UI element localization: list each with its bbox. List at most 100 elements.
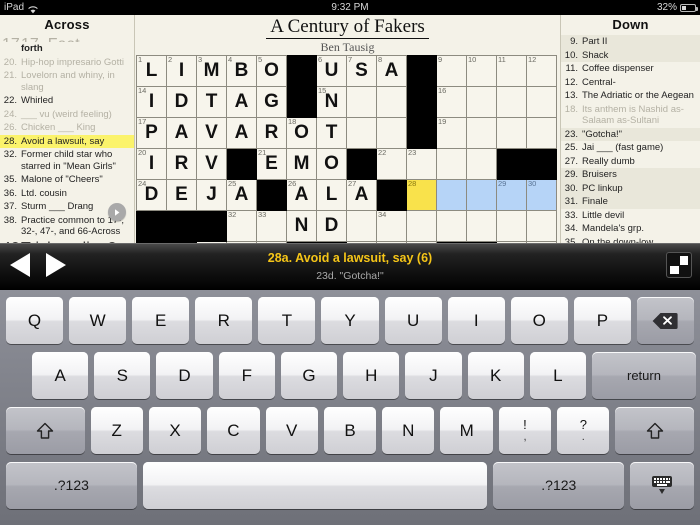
key-z[interactable]: Z: [90, 407, 143, 454]
grid-cell[interactable]: L: [316, 179, 347, 211]
across-continuation-line[interactable]: forth: [0, 42, 134, 56]
across-clue-item[interactable]: 36. Ltd. cousin: [0, 187, 134, 201]
grid-cell[interactable]: [496, 210, 527, 242]
down-clue-item[interactable]: 25. Jai ___ (fast game): [561, 141, 700, 155]
key-v[interactable]: V: [265, 407, 318, 454]
return-key[interactable]: return: [591, 352, 696, 399]
grid-cell[interactable]: 27 A: [346, 179, 377, 211]
down-clue-item[interactable]: 31. Finale: [561, 195, 700, 209]
crossword-grid-wrapper[interactable]: 1 L 2 I 3 M 4 B 5 O 6 U 7 S 8 A 9 10 11 12 14 I D T A G 15 N 16 17 P A V…: [136, 55, 557, 243]
key-p[interactable]: P: [573, 297, 631, 344]
grid-cell[interactable]: 1L: [136, 55, 167, 87]
key-a[interactable]: A: [32, 352, 89, 399]
across-clue-item[interactable]: 28. Avoid a lawsuit, say: [0, 134, 134, 148]
down-clue-item[interactable]: 12. Central-: [561, 76, 700, 90]
across-clue-item[interactable]: 35. Malone of "Cheers": [0, 173, 134, 187]
grid-cell[interactable]: J: [196, 179, 227, 211]
grid-cell[interactable]: [406, 210, 437, 242]
crossing-clue-text[interactable]: 23d. "Gotcha!": [0, 265, 700, 282]
key-n[interactable]: N: [382, 407, 435, 454]
down-clue-item[interactable]: 27. Really dumb: [561, 155, 700, 169]
grid-cell[interactable]: [526, 117, 557, 149]
grid-cell[interactable]: [376, 117, 407, 149]
key-t[interactable]: T: [258, 297, 316, 344]
backspace-icon[interactable]: [636, 297, 695, 344]
grid-cell[interactable]: D: [316, 210, 347, 242]
grid-cell[interactable]: 12: [526, 55, 557, 87]
grid-cell[interactable]: 21 E: [256, 148, 287, 180]
grid-cell[interactable]: 5O: [256, 55, 287, 87]
key-o[interactable]: O: [510, 297, 568, 344]
grid-cell[interactable]: 3M: [196, 55, 227, 87]
grid-cell[interactable]: 24 D: [136, 179, 167, 211]
key-f[interactable]: F: [218, 352, 275, 399]
key-u[interactable]: U: [384, 297, 442, 344]
down-clue-item[interactable]: 11. Coffee dispenser: [561, 62, 700, 76]
key-r[interactable]: R: [195, 297, 253, 344]
punctuation-key-question-period[interactable]: ?.: [557, 407, 610, 454]
grid-cell-highlighted[interactable]: [466, 179, 497, 211]
down-clue-column[interactable]: Down 9. Part II 10. Shack 11. Coffee dispense…: [560, 15, 700, 243]
across-clue-item[interactable]: 24. ___ vu (weird feeling): [0, 108, 134, 122]
key-g[interactable]: G: [280, 352, 338, 399]
grid-cell[interactable]: 20 I: [136, 148, 167, 180]
key-e[interactable]: E: [132, 297, 190, 344]
grid-cell-cursor[interactable]: 28: [406, 179, 437, 211]
punctuation-key-exclaim-comma[interactable]: !,: [498, 407, 552, 454]
grid-cell[interactable]: [496, 86, 527, 118]
grid-cell[interactable]: 16: [436, 86, 467, 118]
grid-cell[interactable]: [346, 117, 377, 149]
arrow-right-icon[interactable]: [108, 203, 126, 221]
grid-cell[interactable]: O: [316, 148, 347, 180]
grid-cell[interactable]: M: [286, 148, 317, 180]
current-clue-text[interactable]: 28a. Avoid a lawsuit, say (6): [0, 244, 700, 265]
key-h[interactable]: H: [343, 352, 400, 399]
grid-cell[interactable]: V: [196, 117, 227, 149]
key-x[interactable]: X: [148, 407, 202, 454]
grid-cell[interactable]: A: [166, 117, 197, 149]
down-clue-item[interactable]: 23. "Gotcha!": [561, 127, 700, 141]
grid-cell[interactable]: 15 N: [316, 86, 347, 118]
space-key[interactable]: [142, 461, 488, 509]
grid-cell[interactable]: 19: [436, 117, 467, 149]
key-k[interactable]: K: [467, 352, 524, 399]
numeric-key-right[interactable]: .?123: [493, 461, 625, 509]
key-w[interactable]: W: [69, 297, 127, 344]
down-clue-item[interactable]: 18. Its anthem is Nashid as-Salaam as-Sul…: [561, 103, 700, 128]
grid-cell[interactable]: 8A: [376, 55, 407, 87]
grid-cell[interactable]: [466, 117, 497, 149]
across-clue-item[interactable]: 20. Hip-hop impresario Gotti: [0, 56, 134, 70]
grid-cell-highlighted[interactable]: 30: [526, 179, 557, 211]
shift-key-left[interactable]: [6, 407, 85, 454]
grid-cell[interactable]: [346, 210, 377, 242]
down-clue-item[interactable]: 33. Little devil: [561, 209, 700, 223]
grid-cell[interactable]: 23: [406, 148, 437, 180]
grid-cell[interactable]: D: [166, 86, 197, 118]
key-d[interactable]: D: [156, 352, 213, 399]
key-c[interactable]: C: [207, 407, 260, 454]
grid-cell[interactable]: [346, 86, 377, 118]
grid-cell[interactable]: [526, 86, 557, 118]
numeric-key-left[interactable]: .?123: [6, 461, 137, 509]
grid-cell[interactable]: [466, 210, 497, 242]
grid-cell[interactable]: N: [286, 210, 317, 242]
keyboard-dismiss-icon[interactable]: [630, 461, 695, 509]
across-clue-item[interactable]: 26. Chicken ___ King: [0, 121, 134, 135]
across-clue-column[interactable]: Across 17. 17. Feet leaving dash and for…: [0, 15, 135, 243]
grid-cell[interactable]: 2I: [166, 55, 197, 87]
grid-cell[interactable]: R: [256, 117, 287, 149]
across-clue-item[interactable]: 21. Lovelorn and whiny, in slang: [0, 69, 134, 94]
key-i[interactable]: I: [447, 297, 505, 344]
grid-cell-highlighted[interactable]: [436, 179, 467, 211]
arrow-left-icon[interactable]: [10, 253, 30, 277]
across-partial-top-clue[interactable]: 17. 17. Feet leaving dash and: [0, 35, 134, 42]
grid-cell[interactable]: A: [226, 86, 257, 118]
down-clue-item[interactable]: 13. The Adriatic or the Aegean: [561, 89, 700, 103]
grid-cell[interactable]: 34: [376, 210, 407, 242]
grid-cell[interactable]: 18 O: [286, 117, 317, 149]
grid-cell[interactable]: 26 A: [286, 179, 317, 211]
key-m[interactable]: M: [440, 407, 493, 454]
grid-cell[interactable]: 32: [226, 210, 257, 242]
on-screen-keyboard[interactable]: QWERTYUIOP A S D F G H J K Lreturn Z X C V B N M!,?. .…: [0, 290, 700, 525]
grid-cell[interactable]: A: [226, 117, 257, 149]
